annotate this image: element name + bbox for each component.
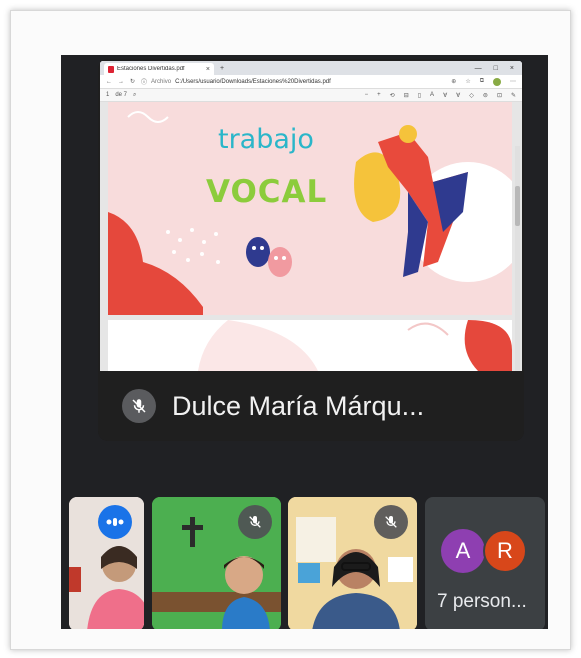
url-field[interactable]: ⓘ Archivo C:/Users/usuario/Downloads/Est… [141,77,445,87]
pdf-toolbar: 1 de 7 ⌕ − + ⟲ ⊟ ▯ A ∀ ∀ ◇ ⊜ ⊡ ✎ [100,89,522,102]
url-text: C:/Users/usuario/Downloads/Estaciones%20… [175,78,331,85]
fit-page-icon[interactable]: ⊟ [404,92,409,99]
save-icon[interactable]: ⊡ [497,92,502,99]
browser-tab-bar: Estaciones Divertidas.pdf × + — □ × [100,61,522,75]
presenter-name: Dulce María Márqu... [172,390,425,421]
tab-title: Estaciones Divertidas.pdf [117,66,185,72]
presenter-tile[interactable]: Estaciones Divertidas.pdf × + — □ × ← → … [98,59,524,441]
more-icon[interactable]: ⋯ [510,78,516,86]
participant-tile-2[interactable] [152,497,281,629]
draw-icon[interactable]: ∀ [443,92,447,99]
collections-icon[interactable]: ⧉ [480,78,484,86]
search-icon[interactable]: ⌕ [133,92,136,99]
participant-tile-3[interactable] [288,497,417,629]
favorite-icon[interactable]: ☆ [465,78,470,86]
others-tile[interactable]: A R 7 person... [425,497,545,629]
refresh-icon[interactable]: ↻ [130,78,135,85]
tab-close-button[interactable]: × [206,66,210,73]
forward-icon[interactable]: → [118,79,124,85]
others-count-label: 7 person... [437,591,527,612]
page-input[interactable]: 1 [106,92,109,98]
highlight-icon[interactable]: ∀ [456,92,460,99]
speaking-indicator-icon [98,505,132,539]
meet-window: Estaciones Divertidas.pdf × + — □ × ← → … [61,55,548,629]
info-icon: ⓘ [141,80,148,86]
window-controls: — □ × [475,65,522,72]
address-bar: ← → ↻ ⓘ Archivo C:/Users/usuario/Downloa… [100,75,522,89]
participant-tile-1[interactable] [69,497,144,629]
address-scheme-label: Archivo [151,78,172,85]
presenter-name-strip: Dulce María Márqu... [98,371,524,441]
slide-title-line2: VOCAL [206,174,328,210]
zoom-in-icon[interactable]: + [377,92,381,99]
pdf-page-next [108,320,512,371]
pin-icon[interactable]: ✎ [511,92,516,99]
avatar-r: R [483,529,527,573]
close-window-button[interactable]: × [510,65,514,72]
mic-off-icon [374,505,408,539]
zoom-out-icon[interactable]: − [365,92,369,99]
shared-browser-window: Estaciones Divertidas.pdf × + — □ × ← → … [100,61,522,371]
pdf-icon [108,65,114,73]
page-view-icon[interactable]: ▯ [418,92,421,99]
theater-masks [246,237,292,277]
page-count: de 7 [115,92,128,98]
browser-tab[interactable]: Estaciones Divertidas.pdf × [104,63,214,75]
back-icon[interactable]: ← [106,79,112,85]
pdf-page-slide: trabajo VOCAL [108,102,512,315]
maximize-button[interactable]: □ [494,65,498,72]
erase-icon[interactable]: ◇ [469,92,474,99]
zoom-icon[interactable]: ⊕ [451,78,456,86]
toolbar-icons: ⊕ ☆ ⧉ ⋯ [451,77,516,86]
slide-title-line1: trabajo [218,124,314,155]
rotate-icon[interactable]: ⟲ [390,92,395,99]
pdf-scrollbar[interactable] [515,146,520,371]
read-aloud-icon[interactable]: A [430,92,434,99]
photo-frame: Estaciones Divertidas.pdf × + — □ × ← → … [10,10,571,650]
minimize-button[interactable]: — [475,65,482,72]
scroll-thumb[interactable] [515,186,520,226]
pdf-tools: − + ⟲ ⊟ ▯ A ∀ ∀ ◇ ⊜ ⊡ ✎ [365,92,516,99]
avatar-a: A [441,529,485,573]
mic-off-icon [122,389,156,423]
mic-off-icon [238,505,272,539]
pdf-viewer: trabajo VOCAL [100,102,522,371]
profile-avatar[interactable] [493,77,501,86]
print-icon[interactable]: ⊜ [483,92,488,99]
new-tab-button[interactable]: + [220,65,224,72]
